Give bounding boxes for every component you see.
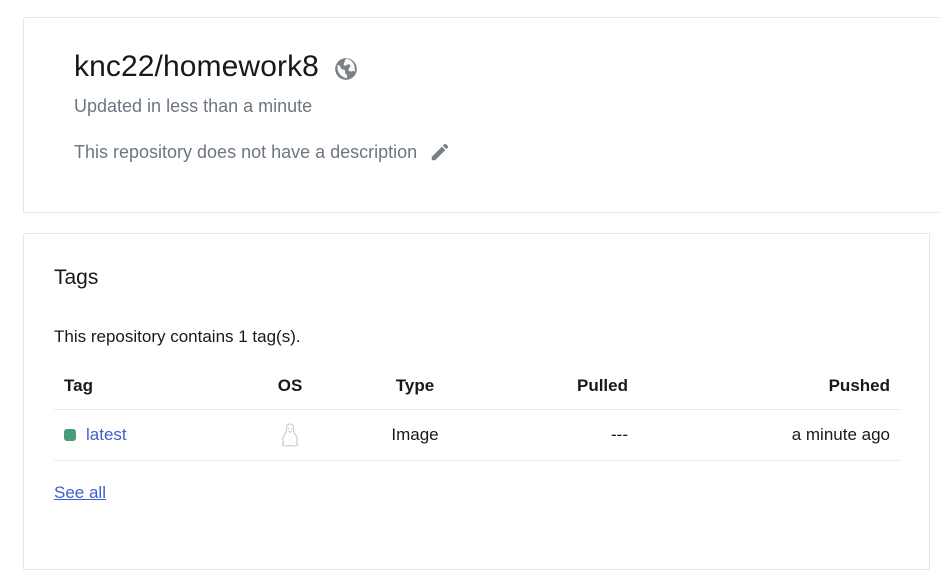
repository-header-card: knc22/homework8 Updated in less than a m… xyxy=(23,17,939,213)
column-header-pushed: Pushed xyxy=(828,375,890,395)
repo-updated-text: Updated in less than a minute xyxy=(74,96,313,116)
see-all-link[interactable]: See all xyxy=(54,483,106,503)
tags-card: Tags This repository contains 1 tag(s). … xyxy=(23,233,930,570)
column-header-os: OS xyxy=(277,375,303,395)
repo-description: This repository does not have a descript… xyxy=(74,141,418,162)
repo-description-row: This repository does not have a descript… xyxy=(74,141,451,163)
tags-table-header: Tag OS Type Pulled Pushed xyxy=(54,362,900,410)
linux-icon xyxy=(279,422,301,448)
tags-heading: Tags xyxy=(54,266,99,289)
tags-summary: This repository contains 1 tag(s). xyxy=(54,327,301,346)
tag-status-indicator xyxy=(64,429,76,441)
pulled-cell: --- xyxy=(611,425,628,444)
table-row: latest Image --- a minute ago xyxy=(54,410,900,461)
pencil-icon[interactable] xyxy=(429,141,451,163)
type-cell: Image xyxy=(391,425,439,444)
os-cell xyxy=(264,410,316,460)
repo-title-row: knc22/homework8 xyxy=(74,50,359,84)
pushed-cell: a minute ago xyxy=(791,425,890,444)
column-header-pulled: Pulled xyxy=(576,375,628,395)
tag-link-latest[interactable]: latest xyxy=(86,425,127,445)
tag-cell: latest xyxy=(64,410,127,460)
column-header-type: Type xyxy=(395,375,435,395)
repo-name: knc22/homework8 xyxy=(74,50,319,83)
globe-icon xyxy=(333,56,359,82)
tags-table: Tag OS Type Pulled Pushed latest Image -… xyxy=(54,362,900,461)
column-header-tag: Tag xyxy=(64,375,93,395)
